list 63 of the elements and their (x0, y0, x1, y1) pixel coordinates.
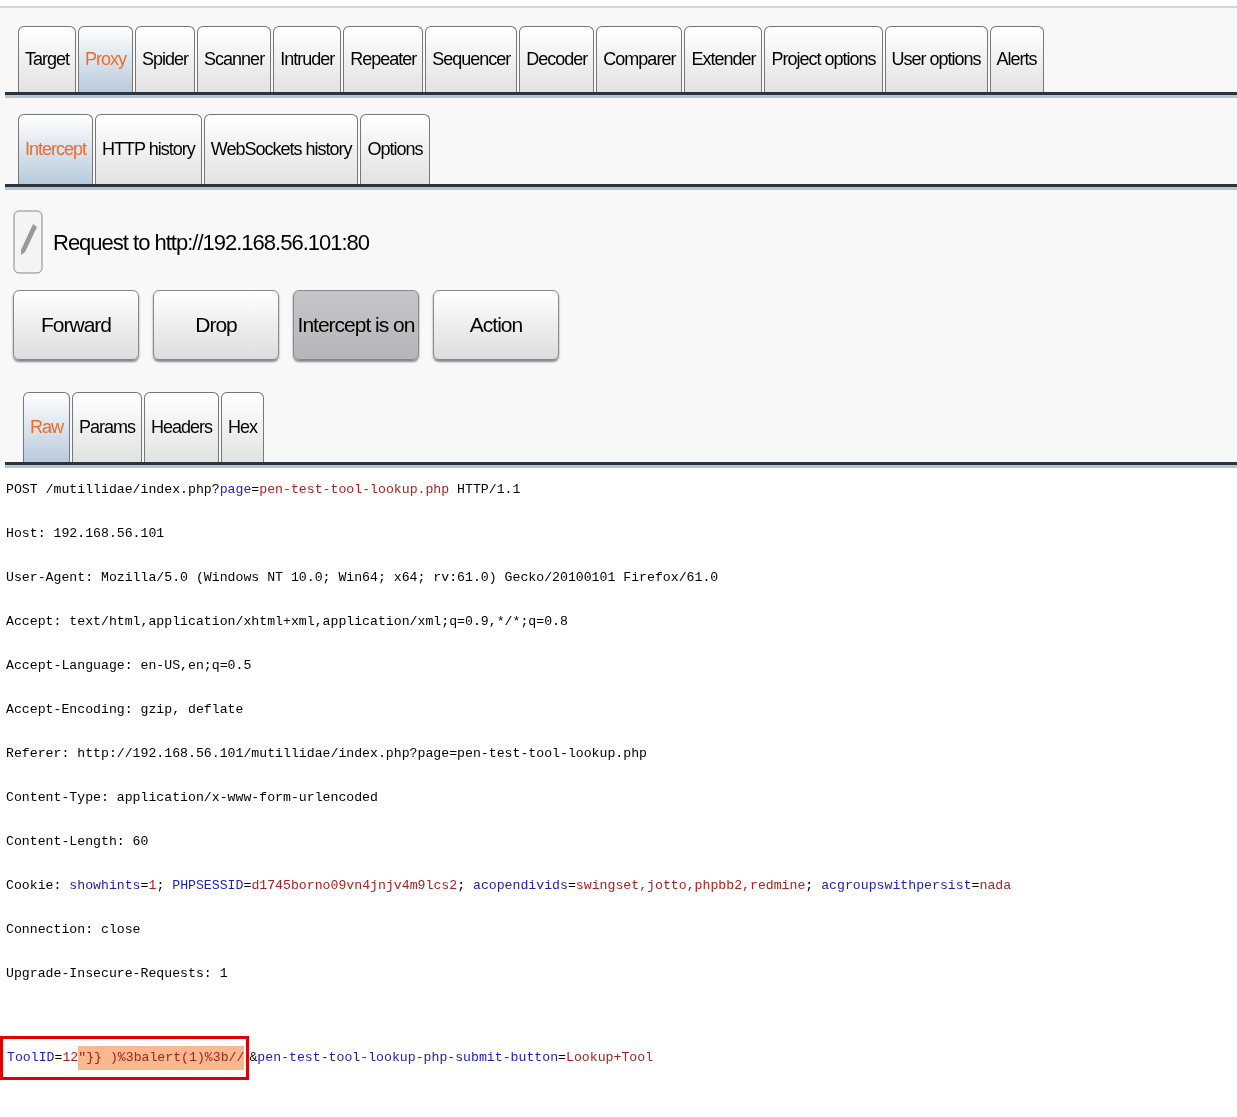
request-destination: Request to http://192.168.56.101:80 (53, 228, 370, 257)
main-tab[interactable]: Sequencer (425, 26, 518, 92)
toolbar-button[interactable]: Action (433, 290, 559, 360)
request-text: = (971, 877, 980, 895)
request-text: Accept-Language: en-US,en;q=0.5 (6, 657, 252, 675)
main-tab[interactable]: Decoder (519, 26, 595, 92)
main-tab[interactable]: User options (884, 26, 988, 92)
editor-tab[interactable]: Params (72, 392, 143, 462)
highlighted-payload: "}} )%3balert(1)%3b// (78, 1046, 245, 1070)
request-text: = (558, 1049, 566, 1067)
toolbar-button[interactable]: Intercept is on (293, 290, 419, 360)
request-text: Host: 192.168.56.101 (6, 525, 165, 543)
request-text: Referer: http://192.168.56.101/mutillidae/index.php?page=pen-test-tool-lookup.php (6, 745, 648, 763)
request-text: & (249, 1049, 258, 1067)
parameter-name: acgroupswithpersist (821, 877, 972, 895)
request-text: POST /mutillidae/index.php? (6, 481, 220, 499)
main-tab[interactable]: Project options (764, 26, 883, 92)
request-text: = (140, 877, 149, 895)
parameter-value: 1 (148, 877, 157, 895)
parameter-name: acopendivids (472, 877, 568, 895)
request-text: Accept-Encoding: gzip, deflate (6, 701, 244, 719)
request-text: ; (805, 877, 815, 895)
request-text: Connection: close (6, 921, 141, 939)
parameter-name: ToolID (7, 1049, 55, 1067)
parameter-value: 12 (62, 1049, 79, 1067)
request-text: ; (457, 877, 467, 895)
main-tab[interactable]: Intruder (273, 26, 342, 92)
request-text: HTTP/1.1 (456, 481, 521, 499)
parameter-value: swingset,jotto,phpbb2,redmine (575, 877, 806, 895)
parameter-value: Lookup+Tool (566, 1049, 654, 1067)
main-tab[interactable]: Extender (684, 26, 763, 92)
main-tab[interactable]: Spider (135, 26, 196, 92)
request-text: ; (156, 877, 166, 895)
parameter-name: pen-test-tool-lookup-php-submit-button (257, 1049, 559, 1067)
sub-tab[interactable]: HTTP history (95, 114, 202, 184)
sub-tab[interactable]: Options (360, 114, 430, 184)
pencil-icon[interactable] (13, 210, 43, 274)
request-text: Cookie: (6, 877, 63, 895)
toolbar-button[interactable]: Drop (153, 290, 279, 360)
main-tab[interactable]: Target (18, 26, 77, 92)
editor-tab[interactable]: Hex (221, 392, 265, 462)
main-tab[interactable]: Scanner (197, 26, 272, 92)
request-text: Upgrade-Insecure-Requests: 1 (6, 965, 228, 983)
request-text: = (243, 877, 252, 895)
request-text: Content-Type: application/x-www-form-urlencoded (6, 789, 378, 807)
parameter-name: page (219, 481, 252, 499)
parameter-name: PHPSESSID (172, 877, 244, 895)
request-text: Content-Length: 60 (6, 833, 149, 851)
toolbar-button[interactable]: Forward (13, 290, 139, 360)
parameter-value: nada (979, 877, 1012, 895)
request-text: Accept: text/html,application/xhtml+xml,application/xml;q=0.9,*/*;q=0.8 (6, 613, 568, 631)
editor-tab[interactable]: Headers (144, 392, 220, 462)
main-tab[interactable]: Alerts (989, 26, 1044, 92)
parameter-value: pen-test-tool-lookup.php (259, 481, 450, 499)
main-tab[interactable]: Repeater (343, 26, 424, 92)
request-text: = (54, 1049, 63, 1067)
request-text: = (251, 481, 260, 499)
sub-tab[interactable]: WebSockets history (203, 114, 359, 184)
request-text: = (567, 877, 576, 895)
main-tab[interactable]: Comparer (596, 26, 683, 92)
parameter-name: showhints (69, 877, 141, 895)
parameter-value: d1745borno09vn4jnjv4m9lcs2 (251, 877, 458, 895)
request-text: User-Agent: Mozilla/5.0 (Windows NT 10.0; Win64; x64; rv:61.0) Gecko/20100101 Firefox/61.0 (6, 569, 719, 587)
